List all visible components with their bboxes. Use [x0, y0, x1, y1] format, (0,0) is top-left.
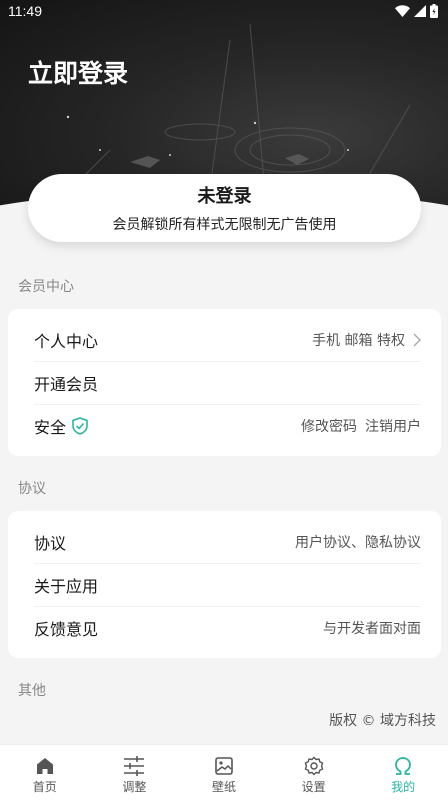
shield-check-icon	[72, 416, 88, 435]
row-detail: 用户协议、隐私协议	[295, 534, 421, 551]
home-icon	[36, 758, 53, 774]
bottom-tab-bar: 首页 调整 壁纸 设置 我的	[0, 744, 448, 803]
tab-label: 壁纸	[211, 780, 236, 794]
member-card: 个人中心 手机 邮箱 特权 开通会员 安全 修改密码 注销用户	[8, 309, 441, 456]
row-detail: 手机 邮箱 特权	[312, 332, 405, 349]
row-label: 关于应用	[34, 576, 99, 596]
section-label-other: 其他	[18, 683, 46, 699]
tab-home[interactable]: 首页	[0, 745, 90, 803]
sliders-icon	[124, 756, 145, 776]
row-personal-center[interactable]: 个人中心 手机 邮箱 特权	[8, 318, 441, 361]
row-agreement[interactable]: 协议 用户协议、隐私协议	[8, 520, 441, 563]
tab-mine[interactable]: 我的	[358, 745, 448, 803]
battery-icon	[430, 4, 438, 18]
status-bar: 11:49	[0, 0, 448, 24]
section-label-member: 会员中心	[18, 279, 74, 295]
tab-label: 我的	[391, 780, 416, 794]
row-label: 协议	[34, 533, 67, 553]
row-feedback[interactable]: 反馈意见 与开发者面对面	[8, 606, 441, 649]
tab-wallpaper[interactable]: 壁纸	[179, 745, 269, 803]
row-security: 安全 修改密码 注销用户	[8, 404, 441, 447]
section-label-agreement: 协议	[18, 481, 46, 497]
change-password-link[interactable]: 修改密码	[301, 416, 357, 436]
row-label: 个人中心	[34, 331, 99, 351]
status-time: 11:49	[8, 3, 42, 19]
login-status-title: 未登录	[197, 186, 252, 207]
gear-icon	[304, 756, 323, 776]
omega-icon	[395, 757, 412, 775]
page-title[interactable]: 立即登录	[28, 54, 128, 90]
tab-label: 调整	[122, 780, 147, 794]
row-about[interactable]: 关于应用	[8, 563, 441, 606]
tab-adjust[interactable]: 调整	[90, 745, 180, 803]
copyright-text: 版权 © 域方科技	[329, 713, 436, 729]
status-icons	[395, 4, 438, 18]
row-detail: 与开发者面对面	[323, 620, 421, 637]
row-label: 开通会员	[34, 374, 99, 394]
row-label: 反馈意见	[34, 619, 99, 639]
login-subtitle: 会员解锁所有样式无限制无广告使用	[112, 217, 337, 233]
tab-label: 首页	[32, 780, 57, 794]
signal-icon	[414, 5, 426, 17]
agreement-card: 协议 用户协议、隐私协议 关于应用 反馈意见 与开发者面对面	[8, 511, 441, 658]
tab-label: 设置	[301, 780, 326, 794]
row-open-membership[interactable]: 开通会员	[8, 361, 441, 404]
chevron-right-icon	[413, 332, 421, 347]
wifi-icon	[395, 5, 410, 17]
image-icon	[215, 757, 233, 775]
row-label: 安全	[34, 417, 67, 437]
tab-settings[interactable]: 设置	[269, 745, 359, 803]
login-card[interactable]: 未登录 会员解锁所有样式无限制无广告使用	[28, 174, 421, 242]
delete-account-link[interactable]: 注销用户	[365, 416, 421, 436]
